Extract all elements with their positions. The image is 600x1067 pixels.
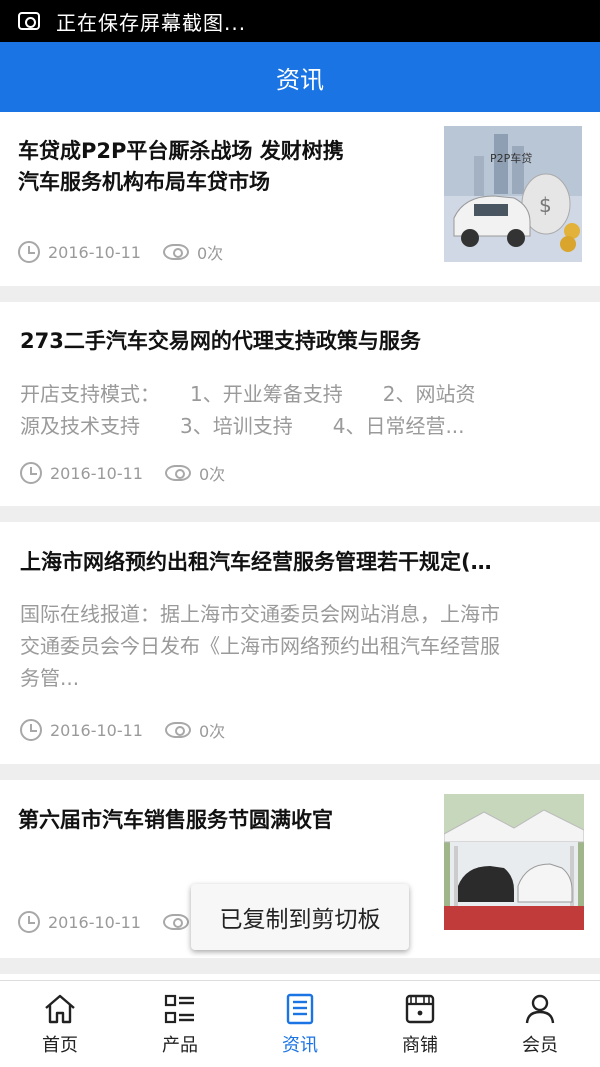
article-summary-line: 开店支持模式： 1、开业筹备支持 2、网站资 — [20, 382, 476, 406]
tab-label: 资讯 — [282, 1035, 318, 1056]
tab-member[interactable]: 会员 — [480, 981, 600, 1067]
article-title-line: 汽车服务机构布局车贷市场 — [18, 170, 270, 194]
article-meta: 2016-10-11 0次 — [20, 461, 225, 485]
page-title: 资讯 — [276, 65, 324, 94]
tab-products[interactable]: 产品 — [120, 981, 240, 1067]
tab-shop[interactable]: 商铺 — [360, 981, 480, 1067]
article-date: 2016-10-11 — [48, 242, 141, 262]
article-item[interactable]: 上海市网络预约出租汽车经营服务管理若干规定(… 国际在线报道：据上海市交通委员会… — [0, 522, 600, 764]
clock-icon — [18, 911, 40, 933]
article-summary-line: 务管... — [20, 666, 80, 690]
clock-icon — [18, 241, 40, 263]
article-views: 0次 — [196, 244, 224, 263]
eye-icon — [162, 244, 189, 260]
clock-icon — [20, 462, 42, 484]
tab-home[interactable]: 首页 — [0, 981, 120, 1067]
tab-label: 首页 — [42, 1035, 78, 1056]
shop-icon — [405, 994, 435, 1024]
list-icon — [164, 994, 194, 1024]
article-title: 上海市网络预约出租汽车经营服务管理若干规定(… — [20, 550, 492, 574]
page-title-bar: 资讯 — [0, 42, 600, 112]
article-meta: 2016-10-11 0次 — [18, 240, 223, 264]
toast-message: 已复制到剪切板 — [191, 884, 409, 950]
article-title-line: 车贷成P2P平台厮杀战场 发财树携 — [18, 139, 344, 163]
car-loan-thumbnail-image: P2P车贷 $ — [444, 126, 582, 262]
status-bar: 正在保存屏幕截图... — [0, 0, 600, 42]
article-summary-line: 源及技术支持 3、培训支持 4、日常经营... — [20, 414, 465, 438]
status-text: 正在保存屏幕截图... — [56, 10, 247, 35]
clock-icon — [20, 719, 42, 741]
article-title: 第六届市汽车销售服务节圆满收官 — [18, 808, 333, 832]
eye-icon — [162, 914, 189, 930]
eye-icon — [164, 465, 191, 481]
article-item[interactable]: 车贷成P2P平台厮杀战场 发财树携 汽车服务机构布局车贷市场 2016-10-1… — [0, 112, 600, 286]
article-thumbnail[interactable] — [444, 794, 584, 930]
article-views: 0次 — [198, 722, 226, 741]
eye-icon — [164, 722, 191, 738]
article-title: 车贷成P2P平台厮杀战场 发财树携 汽车服务机构布局车贷市场 — [18, 136, 344, 198]
article-summary-line: 交通委员会今日发布《上海市网络预约出租汽车经营服 — [20, 634, 500, 658]
article-date: 2016-10-11 — [48, 912, 141, 932]
article-summary: 开店支持模式： 1、开业筹备支持 2、网站资 源及技术支持 3、培训支持 4、日… — [20, 378, 582, 442]
article-views: 0次 — [198, 465, 226, 484]
article-summary: 国际在线报道：据上海市交通委员会网站消息，上海市 交通委员会今日发布《上海市网络… — [20, 598, 582, 694]
article-summary-line: 国际在线报道：据上海市交通委员会网站消息，上海市 — [20, 602, 500, 626]
car-event-thumbnail-image — [444, 794, 584, 930]
article-meta: 2016-10-11 0次 — [20, 718, 225, 742]
tab-label: 商铺 — [402, 1035, 438, 1056]
article-title: 273二手汽车交易网的代理支持政策与服务 — [20, 329, 421, 353]
article-date: 2016-10-11 — [50, 463, 143, 483]
svg-text:$: $ — [539, 193, 552, 217]
user-icon — [525, 994, 555, 1024]
home-icon — [45, 994, 75, 1024]
news-icon — [286, 993, 314, 1025]
bottom-tab-bar: 首页 产品 资讯 商铺 会员 — [0, 980, 600, 1067]
tab-label: 产品 — [162, 1035, 198, 1056]
article-item[interactable]: 273二手汽车交易网的代理支持政策与服务 开店支持模式： 1、开业筹备支持 2、… — [0, 302, 600, 506]
article-date: 2016-10-11 — [50, 720, 143, 740]
svg-text:P2P车贷: P2P车贷 — [490, 151, 532, 165]
article-thumbnail[interactable]: P2P车贷 $ — [444, 126, 582, 262]
screenshot-icon — [18, 12, 40, 30]
tab-label: 会员 — [522, 1035, 558, 1056]
tab-news[interactable]: 资讯 — [240, 981, 360, 1067]
